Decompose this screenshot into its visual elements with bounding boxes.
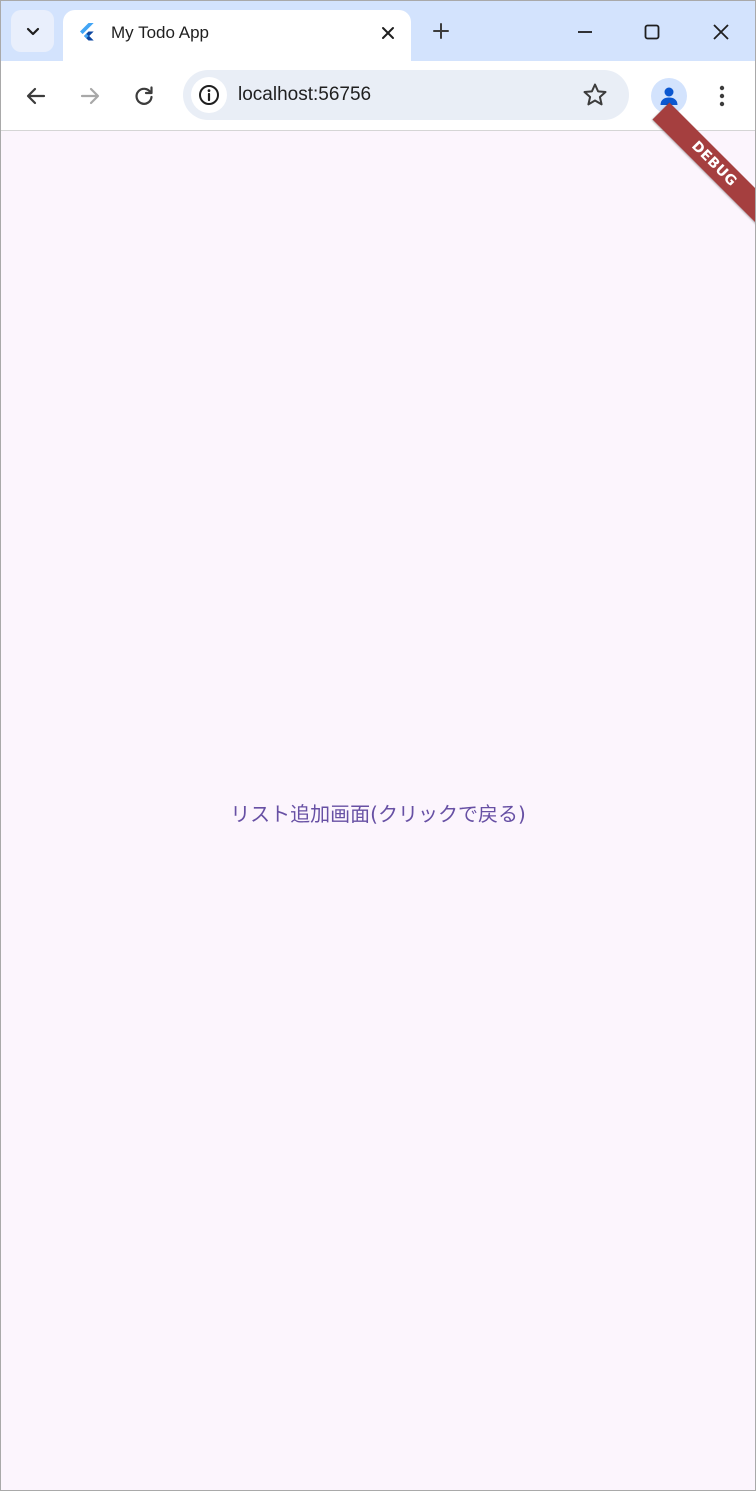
browser-toolbar: localhost:56756 — [1, 61, 755, 131]
bookmark-button[interactable] — [581, 81, 609, 109]
browser-menu-button[interactable] — [707, 78, 737, 114]
close-window-button[interactable] — [704, 15, 738, 49]
address-bar[interactable]: localhost:56756 — [183, 70, 629, 120]
close-icon — [713, 24, 729, 40]
plus-icon — [433, 23, 449, 39]
arrow-left-icon — [26, 87, 46, 105]
flutter-logo-icon — [80, 23, 94, 41]
reload-icon — [135, 86, 153, 105]
star-icon — [583, 83, 607, 106]
browser-window: My Todo App localhost:56756 リスト追加画面(クリック… — [0, 0, 756, 1491]
minimize-icon — [578, 31, 592, 33]
close-icon — [382, 27, 394, 39]
site-info-button[interactable] — [191, 77, 227, 113]
reload-button[interactable] — [126, 78, 162, 114]
chevron-down-icon — [26, 27, 39, 36]
tab-my-todo-app[interactable]: My Todo App — [63, 10, 411, 61]
url-text[interactable]: localhost:56756 — [238, 84, 371, 106]
arrow-right-icon — [80, 87, 100, 105]
back-text-button[interactable]: リスト追加画面(クリックで戻る) — [1, 798, 755, 827]
new-tab-button[interactable] — [427, 17, 455, 45]
tab-search-button[interactable] — [11, 10, 54, 52]
app-content: リスト追加画面(クリックで戻る) DEBUG — [1, 102, 755, 1490]
more-vertical-icon — [719, 85, 725, 107]
back-button[interactable] — [18, 78, 54, 114]
tab-strip: My Todo App — [1, 1, 755, 61]
maximize-icon — [644, 24, 660, 40]
info-icon — [199, 85, 219, 105]
forward-button[interactable] — [72, 78, 108, 114]
minimize-button[interactable] — [568, 15, 602, 49]
tab-close-button[interactable] — [377, 22, 399, 44]
maximize-button[interactable] — [635, 15, 669, 49]
tab-title: My Todo App — [111, 23, 209, 42]
